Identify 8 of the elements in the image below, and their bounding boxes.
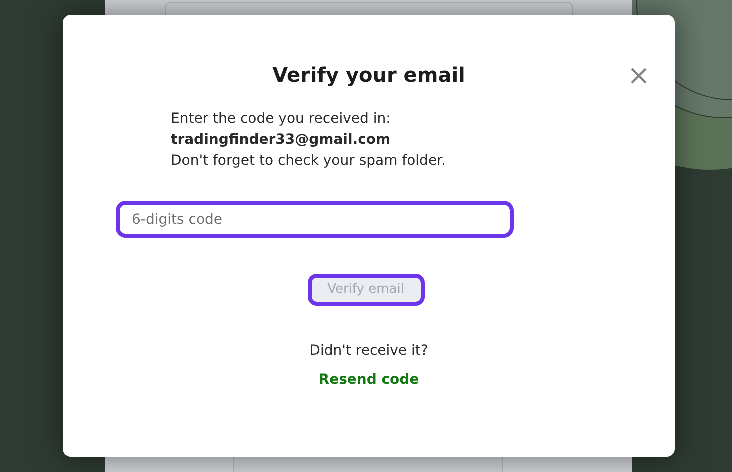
code-input-field[interactable]: 6-digits code [116,201,514,238]
resend-code-link[interactable]: Resend code [318,370,420,391]
close-icon[interactable] [629,66,649,86]
email-address: tradingfinder33@gmail.com [171,131,392,150]
spam-note: Don't forget to check your spam folder. [171,152,447,171]
resend-prompt: Didn't receive it? [310,342,428,361]
instruction-text: Enter the code you received in: [171,110,392,129]
dialog-title: Verify your email [272,62,466,89]
